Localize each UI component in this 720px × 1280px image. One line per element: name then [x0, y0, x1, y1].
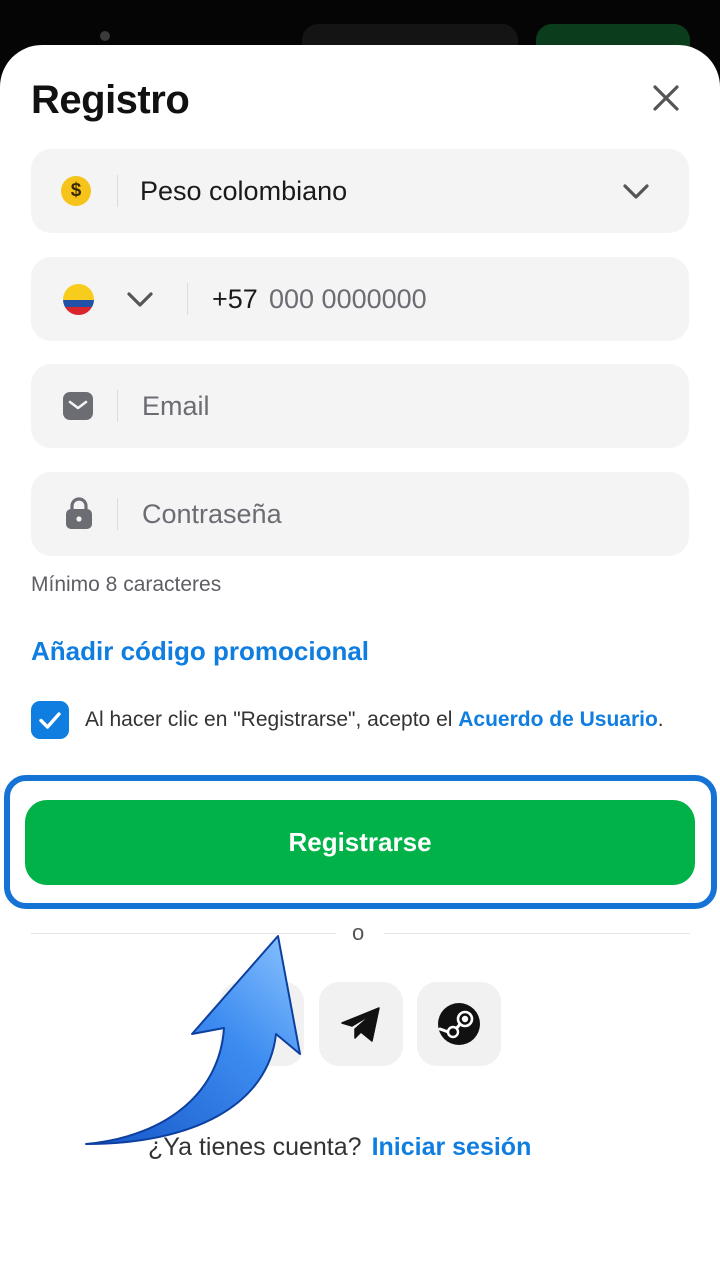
- field-separator: [117, 175, 118, 207]
- mail-icon: [63, 392, 93, 420]
- terms-checkbox[interactable]: [31, 701, 69, 739]
- annotation-arrow-icon: [85, 935, 301, 1145]
- phone-placeholder: 000 0000000: [269, 284, 427, 314]
- terms-statement: Al hacer clic en "Registrarse", acepto e…: [85, 708, 459, 731]
- email-field[interactable]: Email: [31, 364, 689, 448]
- lock-icon: [66, 497, 92, 529]
- steam-icon: [438, 1003, 480, 1045]
- email-placeholder: Email: [142, 391, 210, 421]
- field-separator: [117, 498, 118, 530]
- telegram-login-button[interactable]: [319, 982, 403, 1066]
- login-link[interactable]: Iniciar sesión: [372, 1133, 532, 1161]
- close-button[interactable]: [648, 80, 684, 116]
- currency-value: Peso colombiano: [140, 176, 348, 206]
- divider-text: o: [352, 920, 365, 945]
- register-button[interactable]: Registrarse: [25, 800, 695, 885]
- country-chevron-down-icon[interactable]: [125, 287, 155, 311]
- coin-icon: $: [61, 176, 91, 206]
- terms-end: .: [657, 708, 664, 731]
- steam-login-button[interactable]: [417, 982, 501, 1066]
- password-placeholder: Contraseña: [142, 499, 282, 529]
- field-separator: [187, 283, 188, 315]
- chevron-down-icon: [623, 184, 649, 199]
- background-dot: [100, 31, 110, 41]
- phone-code: +57: [212, 284, 258, 314]
- login-question: ¿Ya tienes cuenta?: [148, 1133, 362, 1161]
- password-hint: Mínimo 8 caracteres: [31, 573, 222, 596]
- terms-text: Al hacer clic en "Registrarse", acepto e…: [85, 705, 685, 735]
- field-separator: [117, 390, 118, 422]
- currency-select[interactable]: $ Peso colombiano: [31, 149, 689, 233]
- checkmark-icon: [39, 712, 61, 729]
- colombia-flag-icon: [63, 284, 94, 315]
- dialog-title: Registro: [31, 78, 190, 122]
- divider-line-right: [384, 933, 690, 934]
- phone-field[interactable]: +57 000 0000000: [31, 257, 689, 341]
- login-prompt: ¿Ya tienes cuenta? Iniciar sesión: [148, 1133, 531, 1162]
- telegram-icon: [341, 1007, 380, 1042]
- password-field[interactable]: Contraseña: [31, 472, 689, 556]
- promo-code-link[interactable]: Añadir código promocional: [31, 636, 369, 667]
- close-icon: [653, 85, 679, 111]
- user-agreement-link[interactable]: Acuerdo de Usuario: [458, 708, 658, 731]
